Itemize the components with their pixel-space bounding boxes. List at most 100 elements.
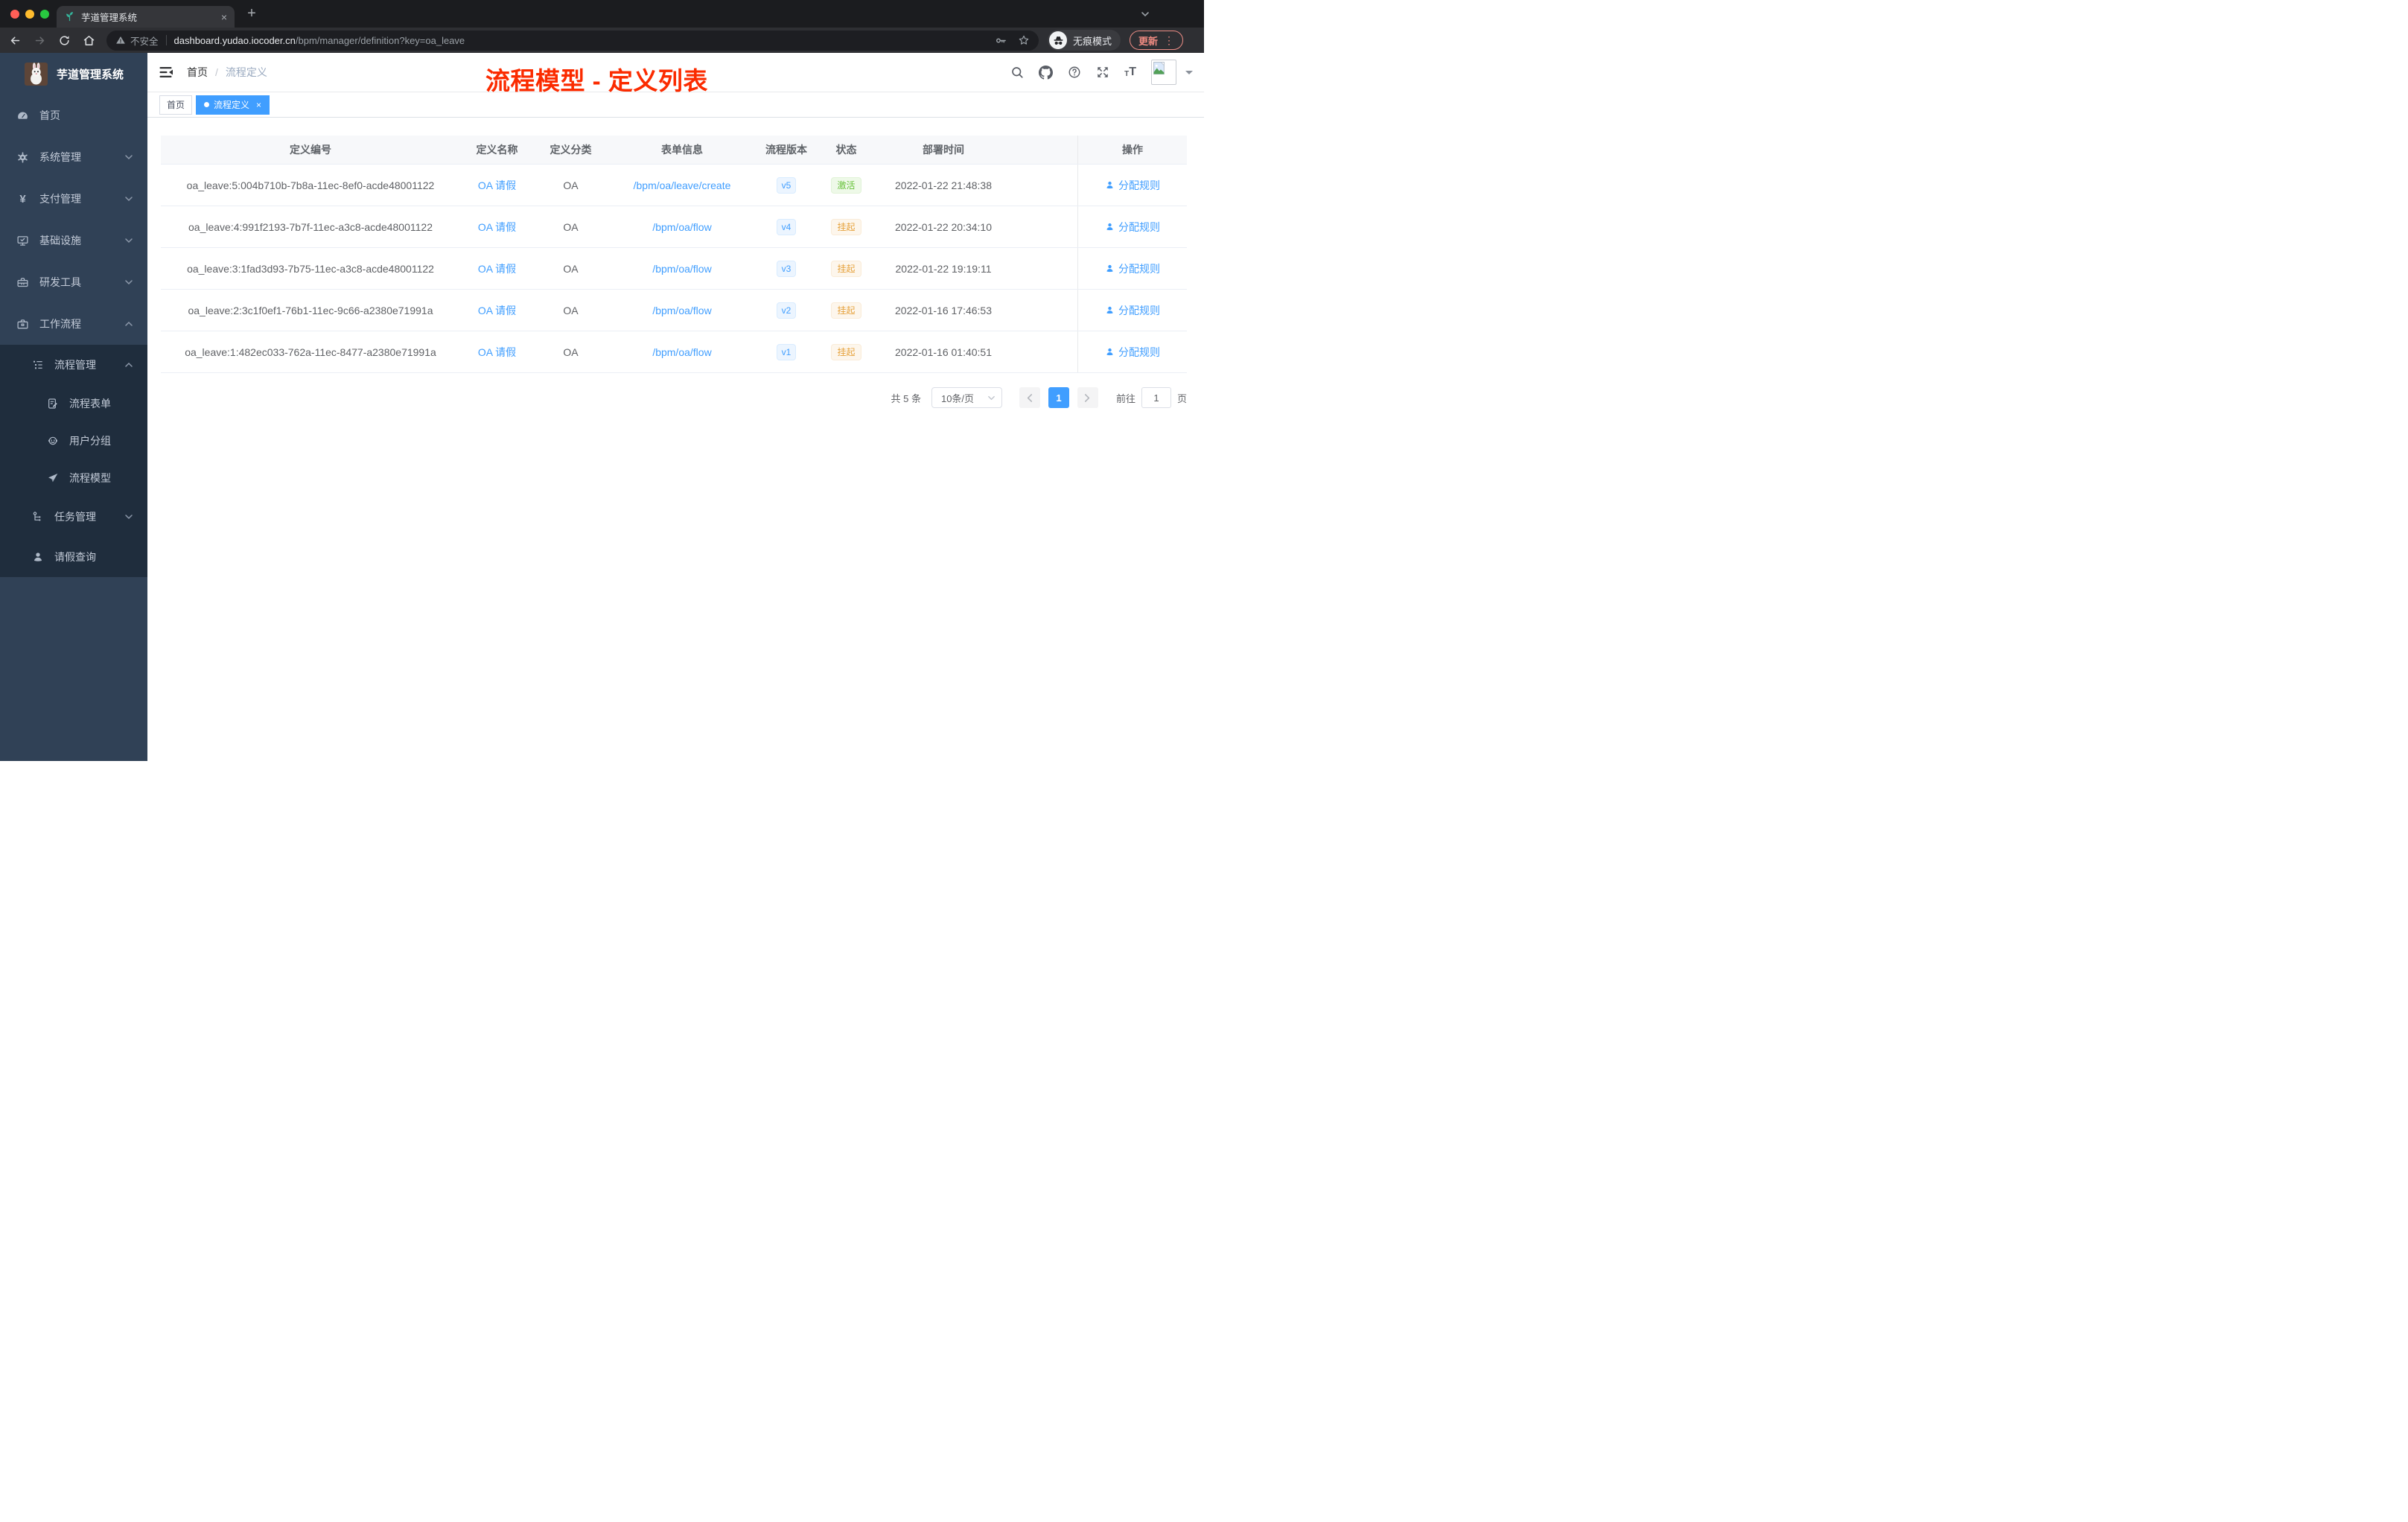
- browser-toolbar: 不安全 dashboard.yudao.iocoder.cn /bpm/mana…: [0, 28, 1204, 53]
- sidebar-item-system[interactable]: 系统管理: [0, 136, 147, 178]
- definition-name-link[interactable]: OA 请假: [478, 345, 516, 360]
- column-header: 表单信息: [661, 144, 703, 156]
- sidebar-item-process-model[interactable]: 流程模型: [0, 459, 147, 497]
- sidebar-collapse-icon[interactable]: [159, 66, 173, 78]
- tag-process-definition[interactable]: 流程定义 ×: [196, 95, 270, 115]
- sidebar-item-dev-tools[interactable]: 研发工具: [0, 261, 147, 303]
- user-avatar[interactable]: [1151, 60, 1176, 85]
- font-size-icon[interactable]: TT: [1124, 66, 1136, 78]
- version-badge: v3: [776, 260, 797, 277]
- definition-id: oa_leave:2:3c1f0ef1-76b1-11ec-9c66-a2380…: [188, 304, 433, 316]
- github-icon[interactable]: [1039, 65, 1054, 80]
- bookmark-star-icon[interactable]: [1018, 34, 1030, 46]
- row-filler: [1010, 206, 1077, 247]
- assign-rule-button[interactable]: 分配规则: [1105, 303, 1160, 318]
- sidebar-item-label: 研发工具: [39, 276, 81, 288]
- monitor-icon: [16, 235, 30, 247]
- tag-close-icon[interactable]: ×: [256, 101, 261, 109]
- assign-rule-button[interactable]: 分配规则: [1105, 345, 1160, 360]
- browser-tab[interactable]: 芋道管理系统 ×: [57, 6, 235, 28]
- definition-name-link[interactable]: OA 请假: [478, 261, 516, 276]
- breadcrumb-home[interactable]: 首页: [187, 65, 208, 80]
- row-filler: [1010, 165, 1077, 206]
- sidebar-item-payment[interactable]: ¥ 支付管理: [0, 178, 147, 220]
- user-icon: [1106, 264, 1113, 273]
- briefcase-icon: [16, 318, 30, 331]
- browser-update-button[interactable]: 更新 ⋮: [1130, 31, 1184, 50]
- column-header: 流程版本: [765, 144, 807, 156]
- help-icon[interactable]: [1068, 66, 1081, 79]
- new-tab-button[interactable]: +: [242, 4, 261, 23]
- forward-icon[interactable]: [34, 34, 46, 47]
- browser-menu-kebab-icon[interactable]: ⋮: [1164, 34, 1174, 47]
- password-key-icon[interactable]: [995, 34, 1007, 47]
- total-count: 共 5 条: [891, 392, 921, 404]
- logo-rabbit-avatar: [25, 62, 48, 86]
- row-filler: [1010, 290, 1077, 331]
- sidebar-item-label: 流程管理: [54, 359, 96, 371]
- form-link[interactable]: /bpm/oa/flow: [652, 263, 711, 275]
- security-label[interactable]: 不安全: [130, 34, 159, 48]
- sidebar-item-process-management[interactable]: 流程管理: [0, 345, 147, 385]
- back-icon[interactable]: [9, 34, 22, 47]
- assign-rule-button[interactable]: 分配规则: [1105, 220, 1160, 235]
- form-link[interactable]: /bpm/oa/flow: [652, 221, 711, 233]
- screen: 芋道管理系统 × + 不安全 dashboard.yudao.iocoder.c…: [0, 0, 1204, 761]
- sidebar-logo[interactable]: 芋道管理系统: [0, 53, 147, 95]
- tab-close-icon[interactable]: ×: [221, 12, 227, 22]
- page-size-select[interactable]: 10条/页: [931, 387, 1002, 408]
- reload-icon[interactable]: [58, 34, 71, 47]
- sidebar-item-task-management[interactable]: 任务管理: [0, 497, 147, 537]
- dashboard-icon: [16, 109, 30, 122]
- definition-category: OA: [563, 346, 579, 358]
- chevron-down-icon: [124, 278, 133, 287]
- window-zoom-button[interactable]: [40, 10, 49, 19]
- next-page-button[interactable]: [1077, 387, 1098, 408]
- sidebar-item-infrastructure[interactable]: 基础设施: [0, 220, 147, 261]
- tab-search-chevron-icon[interactable]: [1141, 10, 1150, 19]
- address-bar[interactable]: 不安全 dashboard.yudao.iocoder.cn /bpm/mana…: [106, 30, 1039, 51]
- column-header: 定义分类: [550, 144, 592, 156]
- definition-id: oa_leave:1:482ec033-762a-11ec-8477-a2380…: [185, 346, 436, 358]
- prev-page-button[interactable]: [1019, 387, 1040, 408]
- user-menu-caret-icon[interactable]: [1185, 71, 1193, 78]
- window-close-button[interactable]: [10, 10, 19, 19]
- column-header: 定义编号: [290, 144, 331, 156]
- sidebar-item-workflow[interactable]: 工作流程: [0, 303, 147, 345]
- gear-icon: [16, 151, 30, 164]
- definition-name-link[interactable]: OA 请假: [478, 303, 516, 318]
- page-number-button[interactable]: 1: [1048, 387, 1069, 408]
- version-badge: v5: [776, 176, 797, 194]
- sidebar-item-process-form[interactable]: 流程表单: [0, 385, 147, 422]
- window-minimize-button[interactable]: [25, 10, 34, 19]
- deploy-time: 2022-01-22 19:19:11: [895, 262, 992, 275]
- sidebar-item-label: 用户分组: [69, 435, 111, 447]
- sidebar-item-leave-query[interactable]: 请假查询: [0, 537, 147, 577]
- home-icon[interactable]: [83, 34, 95, 47]
- status-badge: 挂起: [831, 260, 861, 277]
- deploy-time: 2022-01-16 01:40:51: [895, 346, 992, 358]
- assign-rule-button[interactable]: 分配规则: [1105, 178, 1160, 193]
- sidebar-item-label: 支付管理: [39, 193, 81, 205]
- sidebar-item-home[interactable]: 首页: [0, 95, 147, 136]
- user-icon: [1106, 223, 1113, 231]
- definition-name-link[interactable]: OA 请假: [478, 178, 516, 193]
- goto-page-input[interactable]: [1141, 387, 1171, 408]
- tree-list-icon: [31, 359, 45, 371]
- tag-home[interactable]: 首页: [159, 95, 193, 115]
- assign-rule-button[interactable]: 分配规则: [1105, 261, 1160, 276]
- address-divider: [165, 35, 167, 45]
- incognito-label: 无痕模式: [1073, 35, 1112, 47]
- chevron-up-icon: [124, 319, 133, 328]
- table-header-row: 定义编号 定义名称 定义分类 表单信息 流程版本 状态 部署时间 操作: [161, 136, 1187, 165]
- sidebar-item-user-groups[interactable]: 用户分组: [0, 422, 147, 459]
- form-link[interactable]: /bpm/oa/leave/create: [634, 179, 731, 191]
- definition-name-link[interactable]: OA 请假: [478, 220, 516, 235]
- search-icon[interactable]: [1010, 66, 1024, 79]
- deploy-time: 2022-01-16 17:46:53: [895, 304, 992, 316]
- form-link[interactable]: /bpm/oa/flow: [652, 346, 711, 358]
- form-link[interactable]: /bpm/oa/flow: [652, 305, 711, 316]
- chevron-left-icon: [1028, 393, 1033, 402]
- deploy-time: 2022-01-22 21:48:38: [895, 179, 992, 191]
- fullscreen-icon[interactable]: [1096, 66, 1109, 79]
